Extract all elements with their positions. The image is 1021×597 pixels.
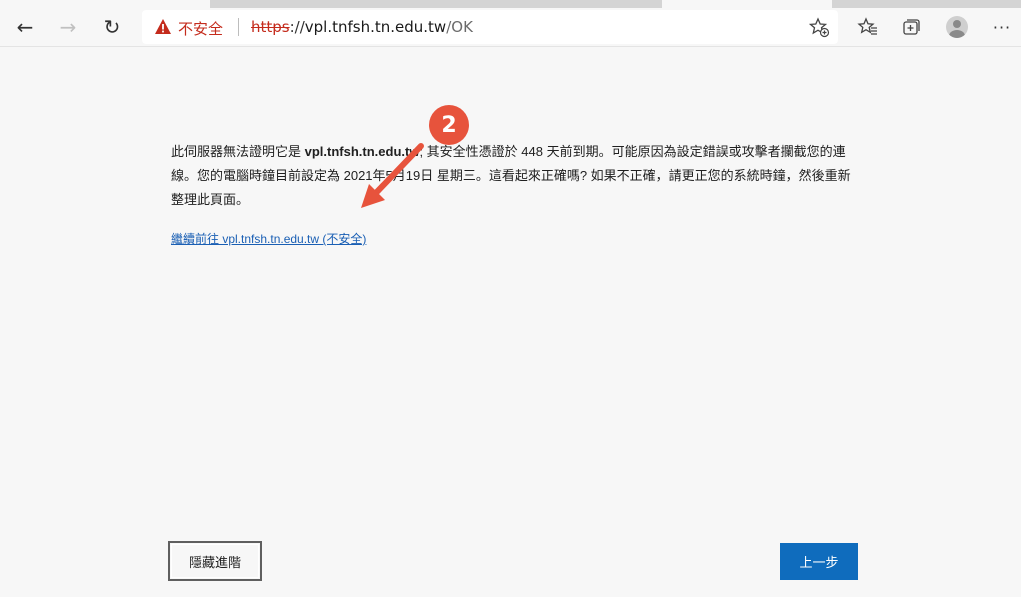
warning-details: 此伺服器無法證明它是 vpl.tnfsh.tn.edu.tw; 其安全性憑證於 … bbox=[171, 140, 861, 212]
arrow-right-icon: → bbox=[59, 15, 77, 39]
more-icon: ··· bbox=[992, 17, 1012, 37]
settings-more-button[interactable]: ··· bbox=[988, 13, 1016, 41]
avatar-icon bbox=[946, 16, 968, 38]
url-separator: :// bbox=[289, 18, 305, 36]
annotation-arrow-icon bbox=[361, 143, 424, 208]
address-divider bbox=[238, 18, 239, 36]
url-path: /OK bbox=[446, 18, 473, 36]
step-number-badge: 2 bbox=[429, 105, 469, 145]
not-secure-label[interactable]: 不安全 bbox=[178, 18, 223, 39]
collections-button[interactable] bbox=[897, 13, 925, 41]
tab-strip bbox=[0, 0, 1021, 8]
profile-button[interactable] bbox=[943, 13, 971, 41]
add-favorite-icon[interactable] bbox=[808, 16, 830, 38]
warning-triangle-icon[interactable] bbox=[154, 18, 172, 36]
tab-active[interactable] bbox=[662, 0, 832, 8]
browser-toolbar: ← → ↻ 不安全 https://vpl.tnfsh.tn.edu.tw/OK bbox=[0, 8, 1021, 47]
proceed-unsafe-link[interactable]: 繼續前往 vpl.tnfsh.tn.edu.tw (不安全) bbox=[171, 230, 366, 247]
back-button[interactable]: ← bbox=[9, 11, 41, 43]
warning-description: 此伺服器無法證明它是 vpl.tnfsh.tn.edu.tw; 其安全性憑證於 … bbox=[171, 140, 861, 212]
favorites-button[interactable] bbox=[854, 13, 882, 41]
address-bar[interactable]: 不安全 https://vpl.tnfsh.tn.edu.tw/OK bbox=[142, 10, 838, 44]
url-text[interactable]: https://vpl.tnfsh.tn.edu.tw/OK bbox=[251, 18, 473, 36]
url-domain: vpl.tnfsh.tn.edu.tw bbox=[304, 18, 447, 36]
url-scheme: https bbox=[251, 18, 290, 36]
forward-button[interactable]: → bbox=[52, 11, 84, 43]
collections-icon bbox=[903, 19, 920, 35]
go-back-button[interactable]: 上一步 bbox=[780, 543, 858, 580]
tab-inactive[interactable] bbox=[0, 0, 210, 8]
hide-advanced-button[interactable]: 隱藏進階 bbox=[168, 541, 262, 581]
arrow-left-icon: ← bbox=[16, 15, 34, 39]
refresh-button[interactable]: ↻ bbox=[96, 11, 128, 43]
refresh-icon: ↻ bbox=[103, 15, 121, 39]
favorites-list-icon bbox=[857, 17, 877, 35]
warning-text-part1: 此伺服器無法證明它是 bbox=[171, 144, 305, 159]
